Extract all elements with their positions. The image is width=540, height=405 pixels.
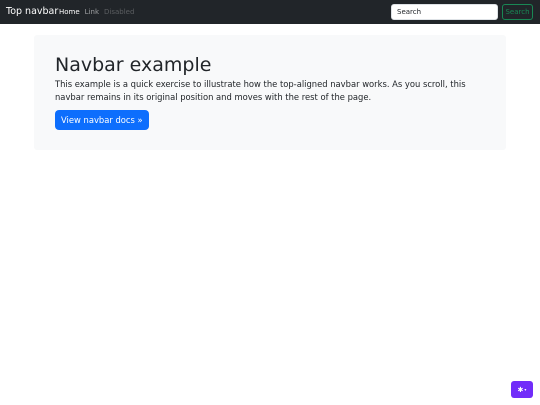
jumbotron: Navbar example This example is a quick e… (34, 35, 506, 150)
lead-text: This example is a quick exercise to illu… (55, 79, 466, 102)
page-title: Navbar example (55, 54, 212, 76)
nav-item-disabled: Disabled (104, 8, 135, 16)
search-input[interactable] (391, 4, 498, 20)
theme-toggle-button[interactable]: ✱ ▾ (511, 381, 533, 398)
chevron-down-icon: ▾ (524, 387, 527, 392)
top-navbar: Top navbar Home Link Disabled Search (0, 0, 540, 24)
navbar-brand[interactable]: Top navbar (6, 4, 58, 20)
view-docs-button[interactable]: View navbar docs » (55, 110, 149, 130)
search-button[interactable]: Search (502, 4, 533, 20)
theme-icon: ✱ (517, 385, 524, 394)
nav-item-home[interactable]: Home (59, 4, 80, 20)
nav-item-link[interactable]: Link (85, 4, 99, 20)
nav-links: Home Link Disabled (59, 4, 134, 20)
